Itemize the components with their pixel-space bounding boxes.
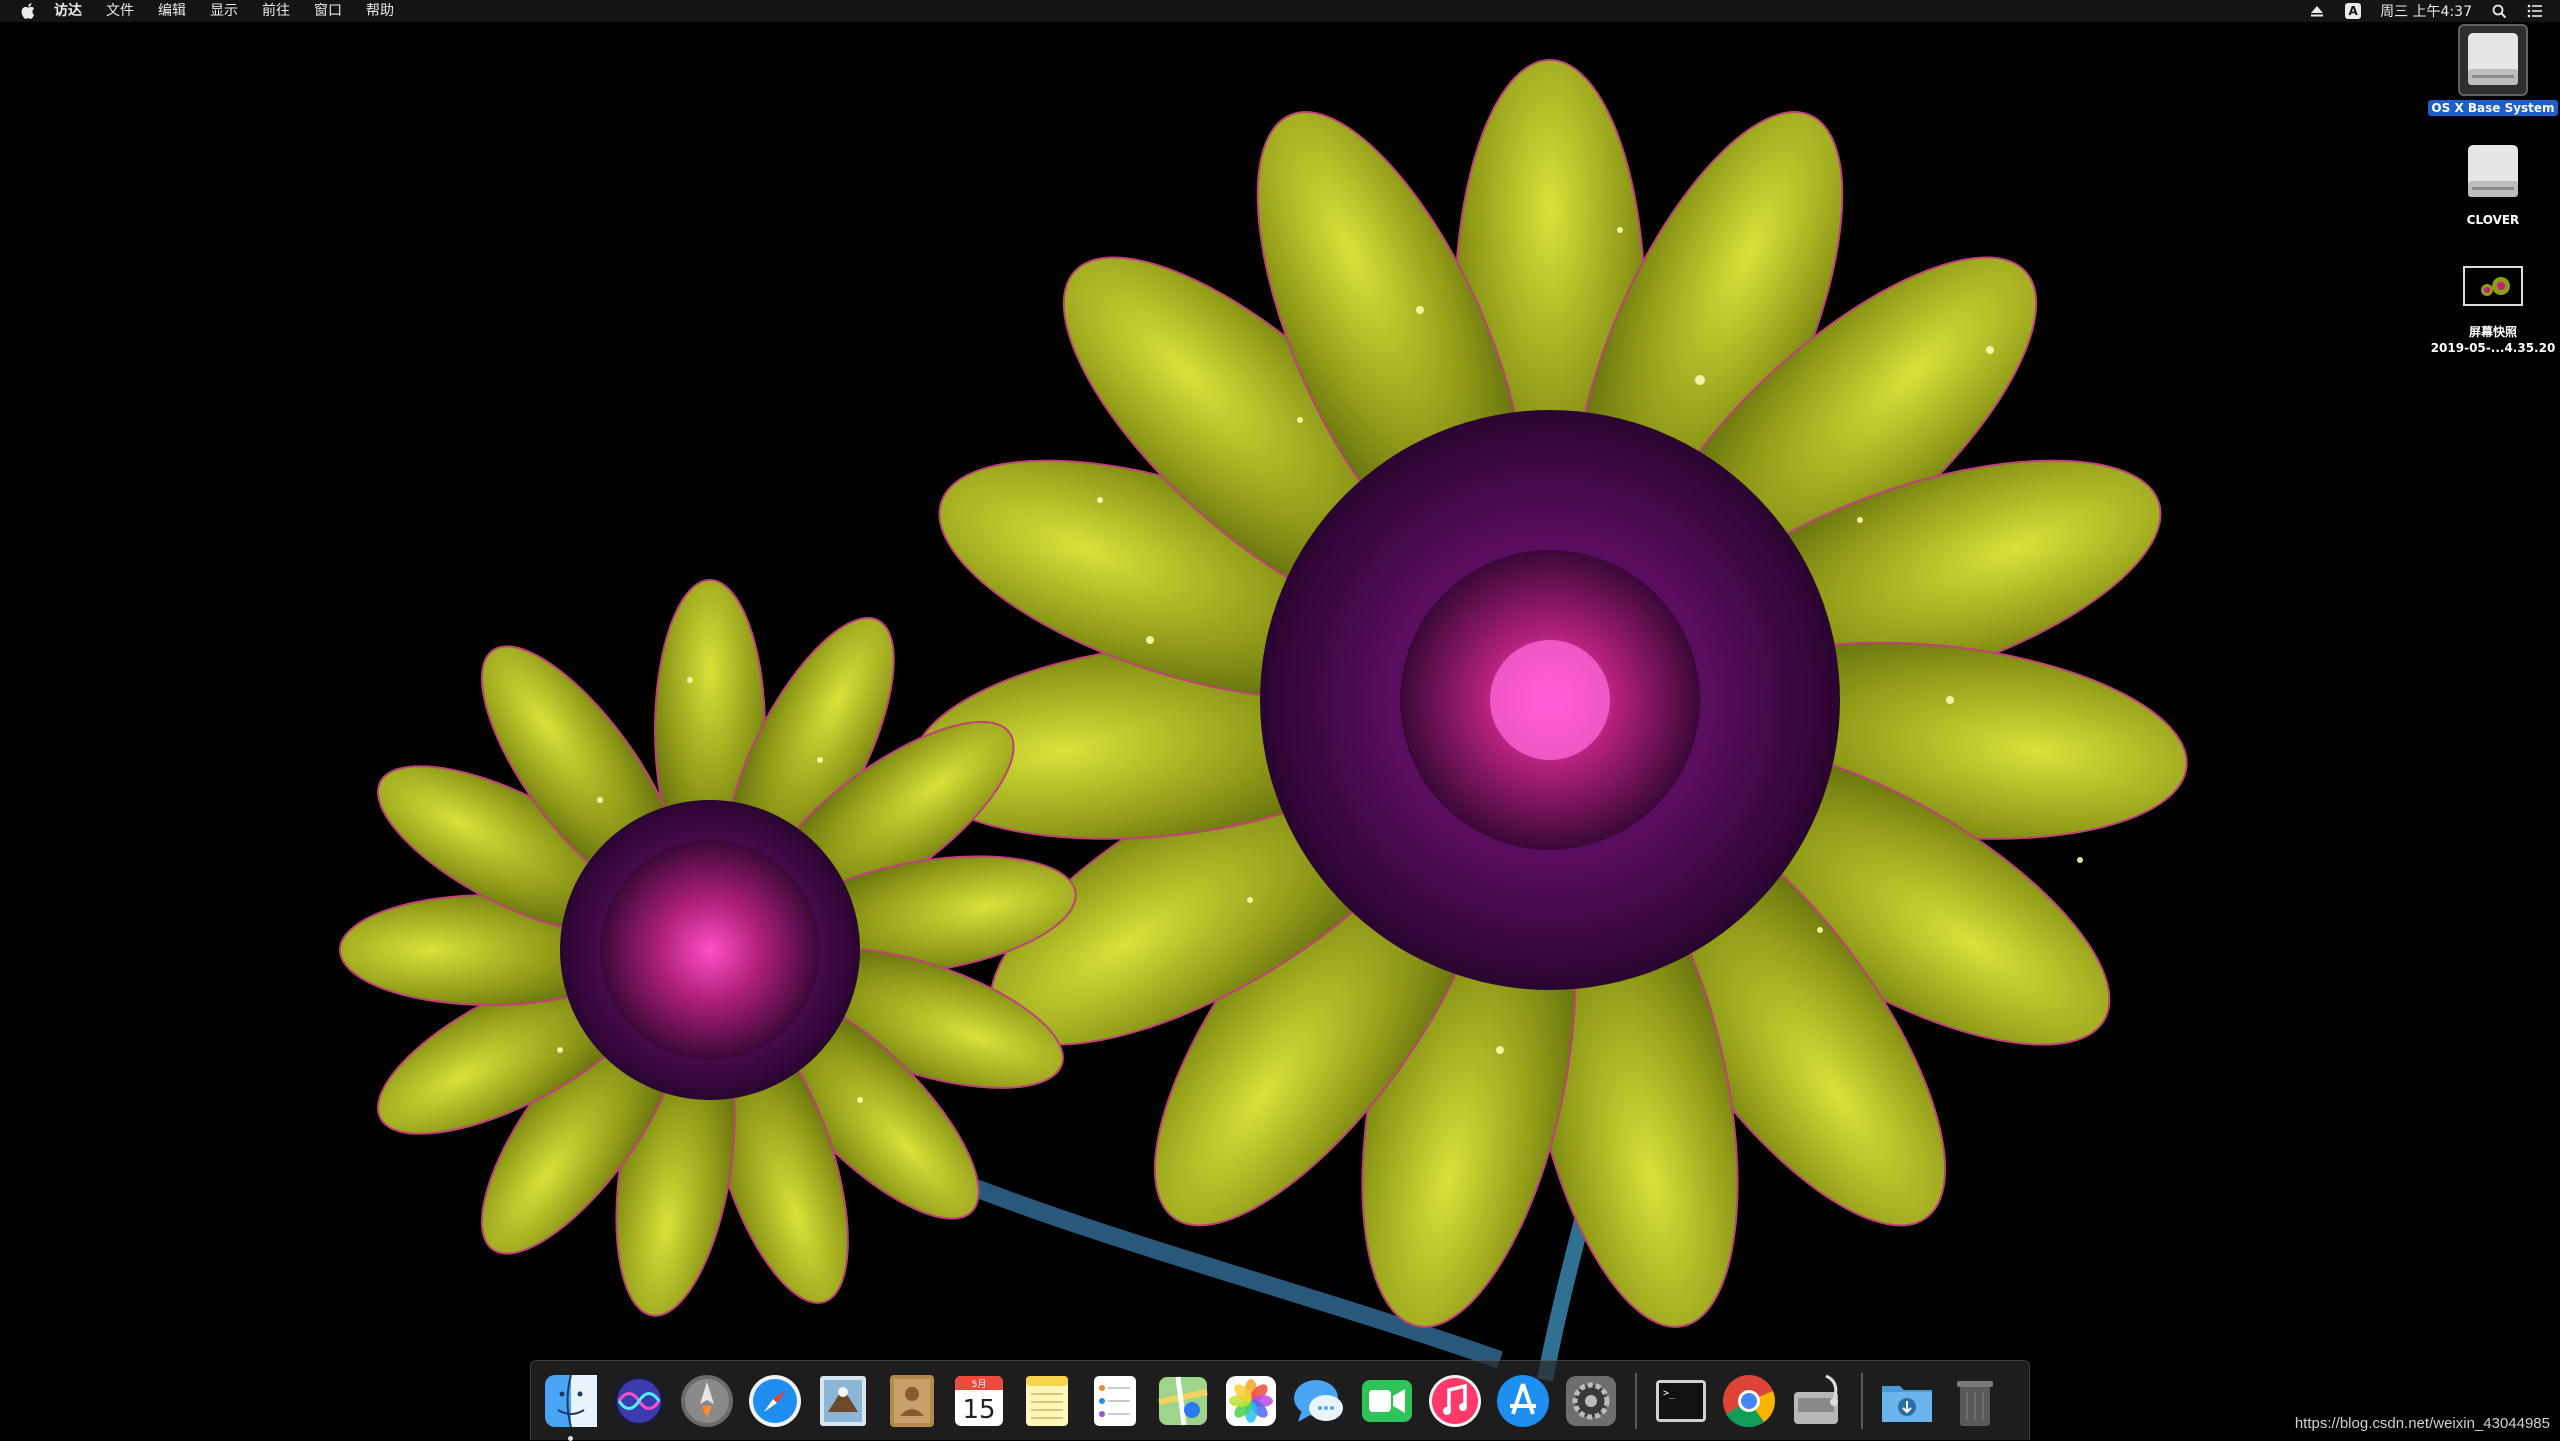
desktop-icon-label: 屏幕快照 — [2468, 325, 2517, 339]
photos-icon[interactable] — [1221, 1371, 1281, 1431]
notes-icon[interactable] — [1017, 1371, 1077, 1431]
chrome-icon[interactable] — [1719, 1371, 1779, 1431]
screenshot-thumbnail-icon — [2458, 250, 2528, 322]
desktop-icon-label: OS X Base System — [2428, 100, 2558, 116]
menu-file[interactable]: 文件 — [94, 0, 146, 22]
disk-utility-icon[interactable] — [1787, 1371, 1847, 1431]
menu-window[interactable]: 窗口 — [302, 0, 354, 22]
input-source-badge: A — [2345, 3, 2362, 19]
messages-icon[interactable] — [1289, 1371, 1349, 1431]
maps-icon[interactable] — [1153, 1371, 1213, 1431]
hard-drive-icon — [2458, 24, 2528, 96]
menu-edit[interactable]: 编辑 — [146, 0, 198, 22]
finder-icon[interactable] — [541, 1371, 601, 1441]
menu-help[interactable]: 帮助 — [354, 0, 406, 22]
input-source-icon[interactable]: A — [2344, 2, 2362, 20]
calendar-month: 5月 — [972, 1379, 987, 1390]
siri-icon[interactable] — [609, 1371, 669, 1431]
hard-drive-icon — [2458, 136, 2528, 208]
desktop-icon-clover[interactable]: CLOVER — [2428, 136, 2558, 228]
desktop-wallpaper — [0, 0, 2560, 1440]
calendar-day: 15 — [962, 1395, 995, 1425]
dock: 5月 15 >_ — [530, 1360, 2030, 1441]
itunes-icon[interactable] — [1425, 1371, 1485, 1431]
apple-menu-icon[interactable] — [20, 3, 36, 19]
menubar-clock[interactable]: 周三 上午4:37 — [2380, 1, 2472, 21]
menu-app-finder[interactable]: 访达 — [42, 0, 94, 22]
launchpad-icon[interactable] — [677, 1371, 737, 1431]
terminal-icon[interactable]: >_ — [1651, 1371, 1711, 1431]
desktop-icon-label: CLOVER — [2466, 213, 2520, 227]
eject-icon[interactable] — [2308, 2, 2326, 20]
contacts-icon[interactable] — [881, 1371, 941, 1431]
dock-separator — [1635, 1372, 1637, 1429]
notification-center-icon[interactable] — [2526, 2, 2544, 20]
svg-text:>_: >_ — [1663, 1388, 1676, 1399]
menu-bar: 访达 文件 编辑 显示 前往 窗口 帮助 A 周三 上午4:37 — [0, 0, 2560, 22]
spotlight-search-icon[interactable] — [2490, 2, 2508, 20]
desktop-icon-label-line2: 2019-05-...4.35.20 — [2430, 341, 2556, 355]
dock-separator — [1861, 1372, 1863, 1429]
calendar-icon[interactable]: 5月 15 — [949, 1371, 1009, 1431]
desktop-icon-os-x-base-system[interactable]: OS X Base System — [2428, 24, 2558, 116]
app-store-icon[interactable] — [1493, 1371, 1553, 1431]
menu-view[interactable]: 显示 — [198, 0, 250, 22]
trash-icon[interactable] — [1945, 1371, 2005, 1431]
system-preferences-icon[interactable] — [1561, 1371, 1621, 1431]
menu-go[interactable]: 前往 — [250, 0, 302, 22]
mail-icon[interactable] — [813, 1371, 873, 1431]
downloads-folder-icon[interactable] — [1877, 1371, 1937, 1431]
desktop-icon-screenshot[interactable]: 屏幕快照 2019-05-...4.35.20 — [2428, 250, 2558, 356]
watermark-text: https://blog.csdn.net/weixin_43044985 — [2294, 1415, 2550, 1432]
facetime-icon[interactable] — [1357, 1371, 1417, 1431]
safari-icon[interactable] — [745, 1371, 805, 1431]
reminders-icon[interactable] — [1085, 1371, 1145, 1431]
